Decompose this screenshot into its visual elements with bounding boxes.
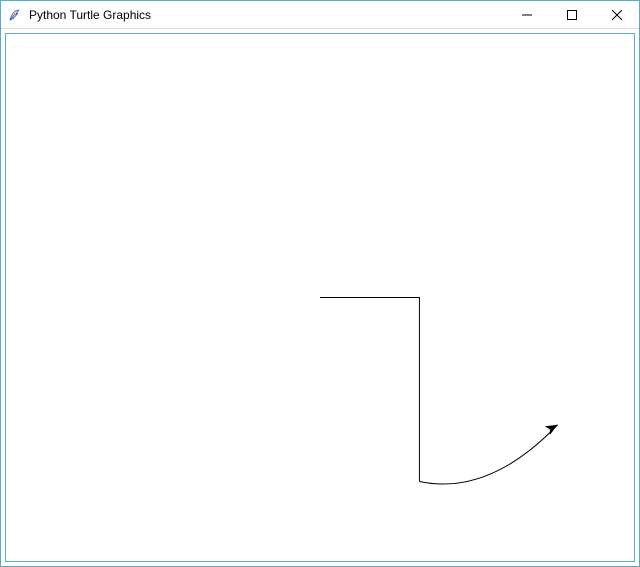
maximize-button[interactable]	[549, 1, 594, 28]
minimize-icon	[522, 10, 532, 20]
titlebar[interactable]: Python Turtle Graphics	[1, 1, 639, 29]
feather-icon	[7, 7, 23, 23]
turtle-canvas	[5, 33, 635, 562]
window-controls	[504, 1, 639, 28]
app-window: Python Turtle Graphics	[0, 0, 640, 567]
window-title: Python Turtle Graphics	[29, 1, 504, 29]
minimize-button[interactable]	[504, 1, 549, 28]
close-icon	[612, 10, 622, 20]
maximize-icon	[567, 10, 577, 20]
close-button[interactable]	[594, 1, 639, 28]
turtle-drawing	[6, 34, 634, 561]
